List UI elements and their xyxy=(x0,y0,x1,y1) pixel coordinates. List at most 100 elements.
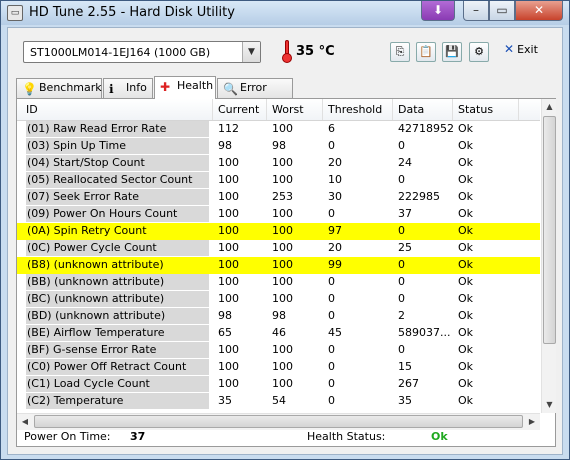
save-button[interactable]: 💾 xyxy=(442,42,462,62)
table-row[interactable]: (BF) G-sense Error Rate 100 100 0 0 Ok xyxy=(17,342,540,359)
table-row[interactable]: (04) Start/Stop Count 100 100 20 24 Ok xyxy=(17,155,540,172)
column-header-status[interactable]: Status xyxy=(458,103,493,116)
table-row[interactable]: (BE) Airflow Temperature 65 46 45 589037... O… xyxy=(17,325,540,342)
clipboard-icon: 📋 xyxy=(419,45,433,58)
scroll-down-icon[interactable]: ▼ xyxy=(542,397,557,413)
cell-threshold: 6 xyxy=(328,122,335,135)
table-row[interactable]: (07) Seek Error Rate 100 253 30 222985 Ok xyxy=(17,189,540,206)
cell-status: Ok xyxy=(458,309,474,322)
cell-status: Ok xyxy=(458,394,474,407)
table-row[interactable]: (05) Reallocated Sector Count 100 100 10 0 Ok xyxy=(17,172,540,189)
cell-status: Ok xyxy=(458,360,474,373)
cell-data: 25 xyxy=(398,241,412,254)
health-status-value: Ok xyxy=(431,430,448,443)
table-row[interactable]: (BB) (unknown attribute) 100 100 0 0 Ok xyxy=(17,274,540,291)
column-header-current[interactable]: Current xyxy=(218,103,259,116)
horizontal-scrollbar[interactable]: ◀ ▶ xyxy=(17,413,540,430)
table-row[interactable]: (C1) Load Cycle Count 100 100 0 267 Ok xyxy=(17,376,540,393)
cell-data: 0 xyxy=(398,224,405,237)
minimize-button[interactable]: – xyxy=(463,1,489,21)
cell-data: 35 xyxy=(398,394,412,407)
cell-status: Ok xyxy=(458,292,474,305)
cell-worst: 100 xyxy=(272,156,293,169)
cell-current: 98 xyxy=(218,139,232,152)
chevron-down-icon[interactable]: ▼ xyxy=(242,42,260,62)
cell-data: 0 xyxy=(398,173,405,186)
cell-threshold: 0 xyxy=(328,275,335,288)
close-icon: ✕ xyxy=(533,3,545,17)
cell-threshold: 45 xyxy=(328,326,342,339)
tab-benchmark[interactable]: 💡 Benchmark xyxy=(16,78,102,98)
tab-label: Benchmark xyxy=(39,81,102,94)
cell-status: Ok xyxy=(458,343,474,356)
cell-worst: 100 xyxy=(272,292,293,305)
cell-threshold: 0 xyxy=(328,360,335,373)
cell-data: 15 xyxy=(398,360,412,373)
table-row[interactable]: (C2) Temperature 35 54 0 35 Ok xyxy=(17,393,540,410)
app-window: ▭ HD Tune 2.55 - Hard Disk Utility ⬇ – ▭… xyxy=(0,0,570,460)
column-header-worst[interactable]: Worst xyxy=(272,103,304,116)
cell-id: (BE) Airflow Temperature xyxy=(26,325,209,341)
tab-label: Info xyxy=(126,81,147,94)
maximize-button[interactable]: ▭ xyxy=(489,1,515,21)
cell-status: Ok xyxy=(458,377,474,390)
magnifier-icon: 🔍 xyxy=(223,82,238,96)
cell-worst: 100 xyxy=(272,173,293,186)
tab-health[interactable]: ✚ Health xyxy=(154,76,216,99)
tab-info[interactable]: ℹ Info xyxy=(103,78,153,98)
cell-threshold: 0 xyxy=(328,377,335,390)
cell-threshold: 10 xyxy=(328,173,342,186)
cell-worst: 100 xyxy=(272,343,293,356)
table-row[interactable]: (BC) (unknown attribute) 100 100 0 0 Ok xyxy=(17,291,540,308)
table-row[interactable]: (0C) Power Cycle Count 100 100 20 25 Ok xyxy=(17,240,540,257)
cell-threshold: 20 xyxy=(328,241,342,254)
cell-threshold: 0 xyxy=(328,309,335,322)
cell-current: 100 xyxy=(218,224,239,237)
cell-id: (BD) (unknown attribute) xyxy=(26,308,209,324)
close-button[interactable]: ✕ xyxy=(515,1,563,21)
cell-id: (03) Spin Up Time xyxy=(26,138,209,154)
cell-data: 2 xyxy=(398,309,405,322)
table-row[interactable]: (BD) (unknown attribute) 98 98 0 2 Ok xyxy=(17,308,540,325)
thermometer-icon xyxy=(282,40,292,63)
column-header-threshold[interactable]: Threshold xyxy=(328,103,382,116)
copy-text-button[interactable]: ⎘ xyxy=(390,42,410,62)
cell-worst: 100 xyxy=(272,360,293,373)
cell-threshold: 0 xyxy=(328,207,335,220)
options-button[interactable]: ⚙ xyxy=(469,42,489,62)
scroll-right-icon[interactable]: ▶ xyxy=(524,414,540,430)
scroll-left-icon[interactable]: ◀ xyxy=(17,414,33,430)
download-button[interactable]: ⬇ xyxy=(421,1,455,21)
table-row[interactable]: (C0) Power Off Retract Count 100 100 0 15 Ok xyxy=(17,359,540,376)
table-row[interactable]: (0A) Spin Retry Count 100 100 97 0 Ok xyxy=(17,223,540,240)
cell-id: (05) Reallocated Sector Count xyxy=(26,172,209,188)
cell-data: 37 xyxy=(398,207,412,220)
cell-worst: 100 xyxy=(272,224,293,237)
vertical-scrollbar[interactable]: ▲ ▼ xyxy=(541,99,556,413)
cell-status: Ok xyxy=(458,224,474,237)
scroll-up-icon[interactable]: ▲ xyxy=(542,99,557,115)
cell-current: 65 xyxy=(218,326,232,339)
vertical-scroll-thumb[interactable] xyxy=(543,116,556,344)
copy-screenshot-button[interactable]: 📋 xyxy=(416,42,436,62)
cell-status: Ok xyxy=(458,156,474,169)
cell-status: Ok xyxy=(458,275,474,288)
table-row[interactable]: (B8) (unknown attribute) 100 100 99 0 Ok xyxy=(17,257,540,274)
column-header-data[interactable]: Data xyxy=(398,103,424,116)
table-row[interactable]: (03) Spin Up Time 98 98 0 0 Ok xyxy=(17,138,540,155)
title-bar[interactable]: ▭ HD Tune 2.55 - Hard Disk Utility ⬇ – ▭… xyxy=(1,1,569,25)
smart-table[interactable]: ID Current Worst Threshold Data Status (… xyxy=(17,99,540,413)
cell-current: 112 xyxy=(218,122,239,135)
cell-status: Ok xyxy=(458,173,474,186)
cell-current: 100 xyxy=(218,173,239,186)
exit-button[interactable]: ✕ Exit xyxy=(504,42,538,62)
cell-id: (BB) (unknown attribute) xyxy=(26,274,209,290)
cell-id: (BF) G-sense Error Rate xyxy=(26,342,209,358)
power-on-time-value: 37 xyxy=(130,430,146,443)
horizontal-scroll-thumb[interactable] xyxy=(34,415,523,428)
tab-error-scan[interactable]: 🔍Error Scan xyxy=(217,78,293,112)
table-row[interactable]: (09) Power On Hours Count 100 100 0 37 Ok xyxy=(17,206,540,223)
column-header-id[interactable]: ID xyxy=(26,103,38,116)
table-row[interactable]: (01) Raw Read Error Rate 112 100 6 42718952 O… xyxy=(17,121,540,138)
drive-select[interactable]: ST1000LM014-1EJ164 (1000 GB) ▼ xyxy=(23,41,261,63)
